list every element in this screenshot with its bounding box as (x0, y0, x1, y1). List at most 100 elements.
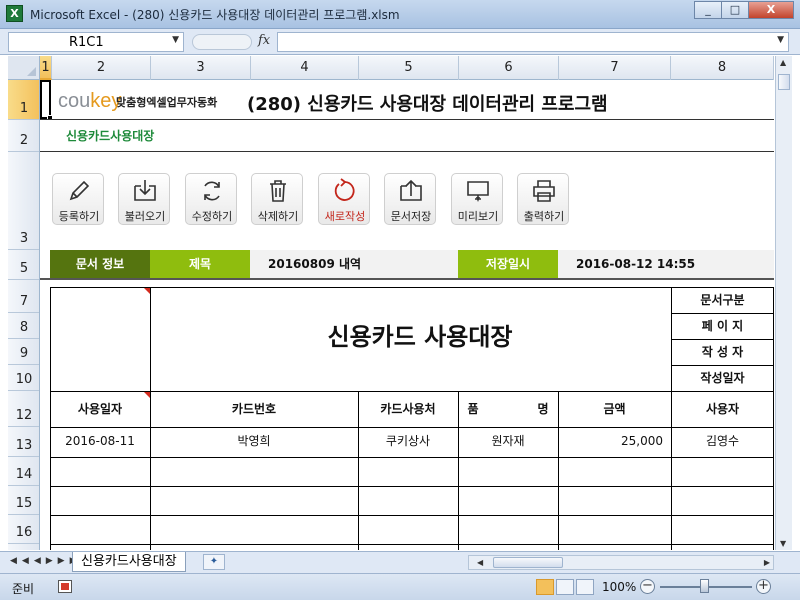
divider (40, 278, 774, 280)
col-header-user: 사용자 (705, 402, 740, 416)
print-button[interactable]: 출력하기 (517, 173, 569, 225)
scroll-left-icon[interactable]: ◀ (477, 556, 483, 569)
col-header-card: 카드번호 (231, 402, 277, 416)
row-header-1[interactable]: 1 (8, 80, 39, 120)
maximize-button[interactable]: □ (721, 1, 749, 19)
cell-date[interactable]: 2016-08-11 (50, 427, 150, 455)
col-header-item-right: 명 (537, 402, 549, 416)
column-header-8[interactable]: 8 (671, 56, 774, 80)
row-header-16[interactable]: 16 (8, 515, 39, 544)
row-header-10[interactable]: 10 (8, 365, 39, 391)
zoom-out-button[interactable]: − (640, 579, 655, 594)
fill-handle[interactable] (47, 115, 53, 121)
zoom-in-button[interactable]: + (756, 579, 771, 594)
page-break-view-icon[interactable] (576, 579, 594, 595)
scroll-down-icon[interactable]: ▼ (780, 539, 786, 548)
select-all-icon (27, 67, 36, 76)
title-value[interactable]: 20160809 내역 (250, 250, 458, 278)
expand-formula-icon[interactable]: ▼ (777, 35, 784, 45)
row-header-9[interactable]: 9 (8, 339, 39, 365)
cell-card[interactable]: 박영희 (150, 427, 358, 455)
column-header-1[interactable]: 1 (40, 56, 52, 80)
horizontal-scrollbar[interactable]: ◀ ▶ (468, 555, 774, 570)
load-button[interactable]: 불러오기 (118, 173, 170, 225)
edit-button[interactable]: 수정하기 (185, 173, 237, 225)
document-info-row: 문서 정보 제목 20160809 내역 저장일시 2016-08-12 14:… (40, 250, 774, 278)
row-header-3[interactable]: 3 (8, 152, 39, 250)
active-cell-r1c1[interactable] (40, 80, 53, 121)
preview-button-label: 미리보기 (457, 210, 499, 223)
edit-button-label: 수정하기 (191, 210, 233, 223)
cell-user[interactable]: 김영수 (671, 427, 774, 455)
new-document-button[interactable]: 새로작성 (318, 173, 370, 225)
cell-store[interactable]: 쿠키상사 (358, 427, 458, 455)
formula-bar: R1C1 ▼ fx ▼ (0, 29, 800, 55)
delete-button[interactable]: 삭제하기 (251, 173, 303, 225)
minimize-button[interactable]: _ (694, 1, 722, 19)
column-header-3[interactable]: 3 (151, 56, 251, 80)
scroll-up-icon[interactable]: ▲ (780, 58, 786, 67)
title-label: 제목 (150, 250, 250, 278)
zoom-level[interactable]: 100% (602, 580, 636, 594)
preview-button[interactable]: 미리보기 (451, 173, 503, 225)
doc-type-label: 문서구분 (700, 293, 745, 307)
save-document-button-label: 문서저장 (390, 210, 432, 223)
chevron-down-icon[interactable]: ▼ (172, 35, 179, 45)
cell-amount[interactable]: 25,000 (558, 427, 663, 455)
sheet-tab-active[interactable]: 신용카드사용대장 (72, 552, 186, 572)
page-layout-view-icon[interactable] (556, 579, 574, 595)
author-label: 작 성 자 (701, 345, 744, 359)
column-header-7[interactable]: 7 (559, 56, 671, 80)
select-all-button[interactable] (8, 56, 40, 80)
vertical-scroll-thumb[interactable] (778, 74, 790, 90)
trash-icon (270, 180, 286, 202)
column-header-6[interactable]: 6 (459, 56, 559, 80)
horizontal-scroll-thumb[interactable] (493, 557, 563, 568)
row-headers: 1 2 3 5 7 8 9 10 12 13 14 15 16 (8, 80, 40, 550)
logo-tagline: 맞춤형엑셀업무자동화 (116, 96, 218, 109)
col-header-amount: 금액 (603, 402, 626, 416)
name-box-value: R1C1 (69, 35, 104, 50)
sheet-nav-icons[interactable]: ◀◀◀▶▶▶ (10, 556, 82, 566)
row-header-7[interactable]: 7 (8, 280, 39, 313)
created-date-label: 작성일자 (700, 371, 745, 385)
page-label: 페 이 지 (701, 319, 744, 333)
column-header-5[interactable]: 5 (359, 56, 459, 80)
cell-item[interactable]: 원자재 (458, 427, 558, 455)
zoom-slider-thumb[interactable] (700, 579, 709, 593)
row-header-12[interactable]: 12 (8, 391, 39, 427)
row-header-15[interactable]: 15 (8, 486, 39, 515)
register-button[interactable]: 등록하기 (52, 173, 104, 225)
column-header-4[interactable]: 4 (251, 56, 359, 80)
save-document-button[interactable]: 문서저장 (384, 173, 436, 225)
formula-input[interactable]: ▼ (277, 32, 789, 52)
column-header-2[interactable]: 2 (52, 56, 151, 80)
close-button[interactable]: X (748, 1, 794, 19)
grid-line (50, 457, 774, 458)
view-buttons (536, 579, 596, 595)
grid-line (50, 486, 774, 487)
row-header-8[interactable]: 8 (8, 313, 39, 339)
vertical-scrollbar[interactable]: ▲ ▼ (775, 56, 792, 550)
insert-sheet-icon[interactable]: ✦ (203, 554, 225, 570)
excel-app-icon[interactable]: X (6, 5, 23, 22)
macro-record-icon[interactable] (58, 580, 72, 593)
insert-function-icon[interactable]: fx (258, 33, 270, 48)
name-box[interactable]: R1C1 ▼ (8, 32, 184, 52)
refresh-icon (204, 181, 220, 201)
row-header-14[interactable]: 14 (8, 457, 39, 486)
row-header-2[interactable]: 2 (8, 120, 39, 152)
scroll-right-icon[interactable]: ▶ (764, 556, 770, 569)
status-bar: 준비 100% − + (0, 573, 800, 600)
normal-view-icon[interactable] (536, 579, 554, 595)
row-header-5[interactable]: 5 (8, 250, 39, 280)
new-icon (334, 178, 355, 201)
print-button-label: 출력하기 (523, 210, 565, 223)
worksheet[interactable]: coukey 맞춤형엑셀업무자동화 (280) 신용카드 사용대장 데이터관리 … (40, 80, 774, 550)
comment-indicator[interactable] (144, 288, 150, 294)
program-title: (280) 신용카드 사용대장 데이터관리 프로그램 (247, 94, 608, 115)
delete-button-label: 삭제하기 (257, 210, 299, 223)
row-header-13[interactable]: 13 (8, 427, 39, 457)
preview-icon (467, 181, 489, 202)
saved-value[interactable]: 2016-08-12 14:55 (558, 250, 774, 278)
